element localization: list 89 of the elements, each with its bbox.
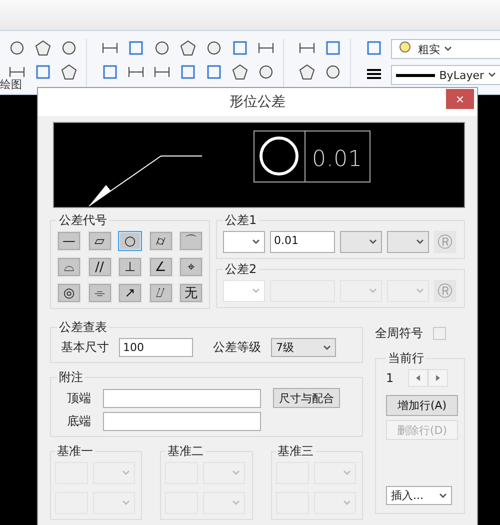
symbol-button[interactable]: ⊥ — [118, 257, 142, 277]
toolbar-icon[interactable] — [101, 63, 119, 81]
symbol-button[interactable]: ○ — [118, 231, 142, 251]
symbol-button[interactable]: 无 — [179, 283, 203, 303]
caret-icon — [416, 288, 424, 294]
caret-icon — [342, 500, 351, 506]
symbol-button[interactable]: ◎ — [57, 283, 81, 303]
all-around-checkbox[interactable] — [433, 327, 446, 340]
group-title: 公差查表 — [58, 319, 108, 336]
caret-icon — [323, 344, 331, 350]
previous-button[interactable] — [408, 369, 428, 387]
fit-button[interactable]: 尺寸与配合 — [273, 388, 340, 408]
field-label: 基本尺寸 — [61, 339, 109, 356]
symbol-button[interactable]: ⌖ — [179, 257, 203, 277]
toolbar-icon[interactable] — [231, 63, 249, 81]
toolbar-icon[interactable] — [257, 63, 275, 81]
toolbar-icon[interactable] — [231, 39, 249, 57]
symbol-button[interactable]: ⌰ — [148, 283, 172, 303]
tolerance-value: 0.01 — [312, 147, 362, 172]
field-label: 底端 — [67, 413, 91, 430]
linetype-dropdown[interactable]: ByLayer — [391, 65, 500, 85]
group-title: 附注 — [58, 369, 84, 386]
close-button[interactable]: × — [446, 89, 474, 109]
insert-dropdown[interactable]: 插入... — [386, 486, 452, 505]
caret-icon — [444, 46, 452, 52]
caret-icon — [369, 239, 377, 245]
caret-icon — [439, 492, 447, 498]
field-label: 顶端 — [67, 390, 91, 406]
symbol-button[interactable]: ⌒ — [179, 231, 203, 251]
caret-icon — [122, 470, 130, 476]
toolbar-icon[interactable] — [127, 39, 145, 57]
toolbar-icon[interactable] — [34, 63, 52, 81]
symbol-button[interactable]: ⌯ — [88, 283, 112, 303]
size-input[interactable]: 100 — [119, 338, 193, 357]
symbol-button[interactable]: ▱ — [88, 231, 112, 251]
symbol-button[interactable]: — — [57, 231, 81, 251]
top-input[interactable] — [103, 388, 261, 408]
toolbar-icon[interactable] — [365, 39, 383, 57]
checkbox-label: 全周符号 — [375, 325, 423, 342]
symbol-button[interactable]: ⌭ — [148, 231, 172, 251]
caret-icon — [252, 239, 260, 245]
group-title: 公差2 — [224, 261, 258, 278]
line-icon — [396, 74, 436, 76]
caret-icon — [232, 500, 240, 506]
symbol-button[interactable]: ⌓ — [57, 257, 81, 277]
symbol-button[interactable]: // — [88, 257, 112, 277]
panel-label: 绘图 — [0, 77, 22, 92]
layer-dropdown[interactable]: 粗实 — [391, 39, 500, 59]
left-arrow-icon — [416, 375, 420, 381]
dialog-title: 形位公差 — [230, 93, 286, 111]
group-title: 公差1 — [224, 212, 258, 229]
row-number: 1 — [386, 371, 394, 385]
toolbar-icon[interactable] — [153, 39, 171, 57]
toolbar-icon[interactable] — [34, 39, 52, 57]
caret-icon — [252, 288, 260, 294]
bottom-input[interactable] — [103, 412, 261, 431]
toolbar-icon[interactable] — [205, 63, 223, 81]
next-button[interactable] — [428, 369, 448, 387]
toolbar-icon[interactable] — [60, 39, 78, 57]
caret-icon — [369, 288, 377, 294]
group-title: 基准二 — [166, 443, 204, 460]
toolbar-icon[interactable] — [60, 63, 78, 81]
right-arrow-icon — [436, 375, 440, 381]
grade-dropdown[interactable]: 7级 — [271, 338, 336, 357]
toolbar-icon[interactable] — [324, 39, 342, 57]
toolbar-icon[interactable] — [179, 63, 197, 81]
add-row-button[interactable]: 增加行(A) — [386, 395, 458, 416]
toolbar-icon[interactable] — [179, 39, 197, 57]
toolbar-icon[interactable] — [298, 63, 316, 81]
diameter-dropdown[interactable] — [223, 231, 265, 253]
group-title: 当前行 — [387, 350, 425, 367]
symbol-button[interactable]: ↗ — [118, 283, 142, 303]
frame-cell — [304, 130, 370, 182]
tolerance-input[interactable]: 0.01 — [270, 231, 335, 253]
group-title: 基准三 — [276, 443, 315, 460]
caret-icon — [342, 470, 351, 476]
caret-icon — [122, 500, 130, 506]
toolbar-icon[interactable] — [324, 63, 342, 81]
caret-icon — [232, 470, 240, 476]
group-title: 公差代号 — [58, 212, 108, 229]
circle-symbol-icon — [260, 136, 298, 176]
field-label: 公差等级 — [213, 339, 261, 356]
group-title: 基准一 — [56, 443, 94, 460]
caret-icon — [416, 239, 424, 245]
symbol-button[interactable]: ∠ — [148, 257, 172, 277]
frame-cell — [254, 130, 306, 182]
caret-icon — [488, 72, 496, 78]
toolbar-icon[interactable] — [205, 39, 223, 57]
toolbar-icon[interactable] — [8, 39, 26, 57]
